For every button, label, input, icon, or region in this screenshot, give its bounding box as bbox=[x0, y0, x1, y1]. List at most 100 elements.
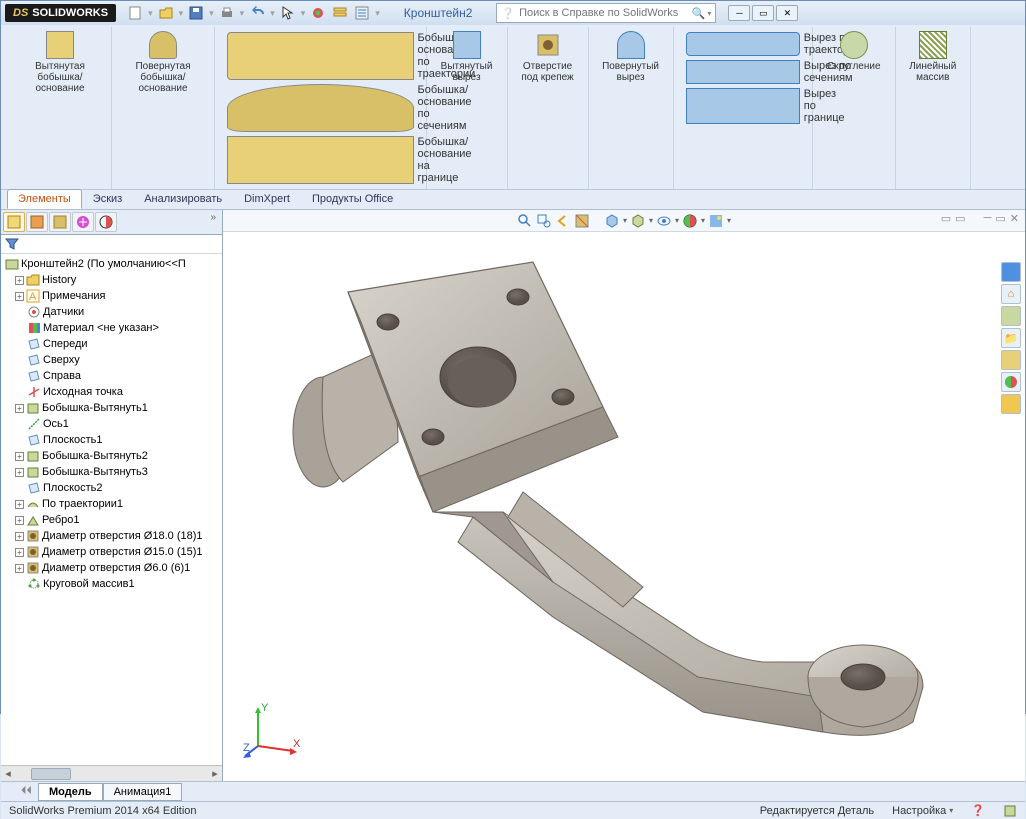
dimxpert-manager-tab-icon[interactable] bbox=[72, 212, 94, 232]
tree-item-material[interactable]: Материал <не указан> bbox=[3, 320, 220, 336]
revolved-cut-button[interactable]: Повернутый вырез bbox=[595, 29, 667, 85]
taskpane-design-library-icon[interactable] bbox=[1001, 306, 1021, 326]
tab-dimxpert[interactable]: DimXpert bbox=[233, 189, 301, 209]
tree-root[interactable]: Кронштейн2 (По умолчанию<<П bbox=[3, 256, 220, 272]
tree-item-hole18[interactable]: +Диаметр отверстия Ø18.0 (18)1 bbox=[3, 528, 220, 544]
3d-viewport[interactable]: Y X Z ⌂ 📁 bbox=[223, 232, 1025, 781]
minimize-button[interactable]: ─ bbox=[728, 5, 750, 21]
viewport-maximize-icon[interactable]: ▭ bbox=[995, 212, 1005, 225]
extruded-boss-button[interactable]: Вытянутая бобышка/основание bbox=[15, 29, 105, 96]
taskpane-custom-properties-icon[interactable] bbox=[1001, 394, 1021, 414]
display-manager-tab-icon[interactable] bbox=[95, 212, 117, 232]
hide-show-icon[interactable] bbox=[656, 213, 672, 229]
tree-item-origin[interactable]: Исходная точка bbox=[3, 384, 220, 400]
options-icon[interactable] bbox=[331, 4, 349, 22]
tree-horizontal-scrollbar[interactable]: ◂ ▸ bbox=[1, 765, 222, 781]
tab-scroll-left-icon[interactable]: ⏴⏴ bbox=[21, 785, 32, 798]
tree-item-hole15[interactable]: +Диаметр отверстия Ø15.0 (15)1 bbox=[3, 544, 220, 560]
tree-item-circular-pattern1[interactable]: Круговой массив1 bbox=[3, 576, 220, 592]
close-button[interactable]: ✕ bbox=[776, 5, 798, 21]
search-dropdown-icon[interactable]: ▾ bbox=[707, 9, 711, 18]
configuration-manager-tab-icon[interactable] bbox=[49, 212, 71, 232]
taskpane-appearances-icon[interactable] bbox=[1001, 372, 1021, 392]
search-go-icon[interactable]: 🔍 bbox=[692, 7, 706, 20]
section-view-icon[interactable] bbox=[574, 213, 590, 229]
select-icon[interactable] bbox=[279, 4, 297, 22]
help-search-input[interactable] bbox=[519, 7, 692, 19]
swept-cut-button[interactable]: Вырез по траектории bbox=[684, 31, 802, 57]
tree-item-annotations[interactable]: +AПримечания bbox=[3, 288, 220, 304]
tree-item-plane2[interactable]: Плоскость2 bbox=[3, 480, 220, 496]
view-orientation-icon[interactable] bbox=[604, 213, 620, 229]
tree-item-extrude3[interactable]: +Бобышка-Вытянуть3 bbox=[3, 464, 220, 480]
new-file-icon[interactable] bbox=[126, 4, 144, 22]
viewport-minimize-icon[interactable]: ─ bbox=[984, 212, 992, 225]
property-manager-tab-icon[interactable] bbox=[26, 212, 48, 232]
tab-sketch[interactable]: Эскиз bbox=[82, 189, 133, 209]
tree-item-rib1[interactable]: +Ребро1 bbox=[3, 512, 220, 528]
revolved-boss-button[interactable]: Повернутая бобышка/основание bbox=[118, 29, 208, 96]
customize-dropdown-icon[interactable]: ▾ bbox=[949, 806, 953, 815]
viewport-restore-icon[interactable]: ▭ bbox=[941, 212, 951, 225]
hole-wizard-button[interactable]: Отверстие под крепеж bbox=[514, 29, 582, 85]
help-search-box[interactable]: ❔ 🔍 ▾ bbox=[496, 3, 716, 23]
tree-label: Ребро1 bbox=[42, 514, 80, 526]
print-icon[interactable] bbox=[218, 4, 236, 22]
status-help-icon[interactable]: ❓ bbox=[971, 804, 985, 817]
model-tab[interactable]: Модель bbox=[38, 783, 103, 801]
quick-access-toolbar: ▾ ▾ ▾ ▾ ▾ ▾ ▾ Кронштейн2 ❔ 🔍 ▾ ─ ▭ ✕ bbox=[126, 3, 1021, 23]
open-file-icon[interactable] bbox=[157, 4, 175, 22]
viewport-restore2-icon[interactable]: ▭ bbox=[955, 212, 965, 225]
fillet-button[interactable]: Скругление bbox=[819, 29, 889, 74]
tree-item-extrude2[interactable]: +Бобышка-Вытянуть2 bbox=[3, 448, 220, 464]
tree-item-sensors[interactable]: Датчики bbox=[3, 304, 220, 320]
edit-appearance-icon[interactable] bbox=[682, 213, 698, 229]
lofted-boss-button[interactable]: Бобышка/основание по сечениям bbox=[225, 83, 416, 133]
viewport-close-icon[interactable]: ✕ bbox=[1010, 212, 1019, 225]
settings-icon[interactable] bbox=[353, 4, 371, 22]
taskpane-resources-icon[interactable] bbox=[1001, 262, 1021, 282]
taskpane-view-palette-icon[interactable] bbox=[1001, 350, 1021, 370]
maximize-button[interactable]: ▭ bbox=[752, 5, 774, 21]
status-customize[interactable]: Настройка bbox=[892, 805, 946, 817]
animation-tab[interactable]: Анимация1 bbox=[103, 783, 183, 801]
panel-expand-icon[interactable]: » bbox=[210, 212, 216, 232]
tab-office[interactable]: Продукты Office bbox=[301, 189, 404, 209]
tab-features[interactable]: Элементы bbox=[7, 189, 82, 209]
apply-scene-icon[interactable] bbox=[708, 213, 724, 229]
previous-view-icon[interactable] bbox=[555, 213, 571, 229]
zoom-fit-icon[interactable] bbox=[517, 213, 533, 229]
taskpane-home-icon[interactable]: ⌂ bbox=[1001, 284, 1021, 304]
tree-item-front-plane[interactable]: Спереди bbox=[3, 336, 220, 352]
filter-icon[interactable] bbox=[5, 237, 19, 251]
tree-item-axis1[interactable]: Ось1 bbox=[3, 416, 220, 432]
boundary-boss-button[interactable]: Бобышка/основание на границе bbox=[225, 135, 416, 185]
tree-item-extrude1[interactable]: +Бобышка-Вытянуть1 bbox=[3, 400, 220, 416]
tree-item-history[interactable]: +History bbox=[3, 272, 220, 288]
extruded-cut-button[interactable]: Вытянутый вырез bbox=[433, 29, 501, 85]
tree-item-top-plane[interactable]: Сверху bbox=[3, 352, 220, 368]
boundary-cut-button[interactable]: Вырез по границе bbox=[684, 87, 802, 125]
tree-item-plane1[interactable]: Плоскость1 bbox=[3, 432, 220, 448]
tree-item-hole6[interactable]: +Диаметр отверстия Ø6.0 (6)1 bbox=[3, 560, 220, 576]
tree-label: Диаметр отверстия Ø18.0 (18)1 bbox=[42, 530, 203, 542]
taskpane-file-explorer-icon[interactable]: 📁 bbox=[1001, 328, 1021, 348]
linear-pattern-button[interactable]: Линейный массив bbox=[902, 29, 964, 85]
tree-label: Примечания bbox=[42, 290, 106, 302]
tree-item-right-plane[interactable]: Справа bbox=[3, 368, 220, 384]
tab-evaluate[interactable]: Анализировать bbox=[133, 189, 233, 209]
scrollbar-thumb[interactable] bbox=[31, 768, 71, 780]
zoom-area-icon[interactable] bbox=[536, 213, 552, 229]
undo-icon[interactable] bbox=[248, 4, 266, 22]
status-rebuild-icon[interactable] bbox=[1003, 804, 1017, 818]
lofted-cut-button[interactable]: Вырез по сечениям bbox=[684, 59, 802, 85]
view-triad[interactable]: Y X Z bbox=[243, 701, 303, 761]
display-style-icon[interactable] bbox=[630, 213, 646, 229]
rebuild-icon[interactable] bbox=[309, 4, 327, 22]
document-title: Кронштейн2 bbox=[404, 6, 473, 20]
tree-item-sweep1[interactable]: +По траектории1 bbox=[3, 496, 220, 512]
save-icon[interactable] bbox=[187, 4, 205, 22]
swept-boss-button[interactable]: Бобышка/основание по траектории bbox=[225, 31, 416, 81]
tree-label: Плоскость2 bbox=[43, 482, 103, 494]
feature-tree-tab-icon[interactable] bbox=[3, 212, 25, 232]
